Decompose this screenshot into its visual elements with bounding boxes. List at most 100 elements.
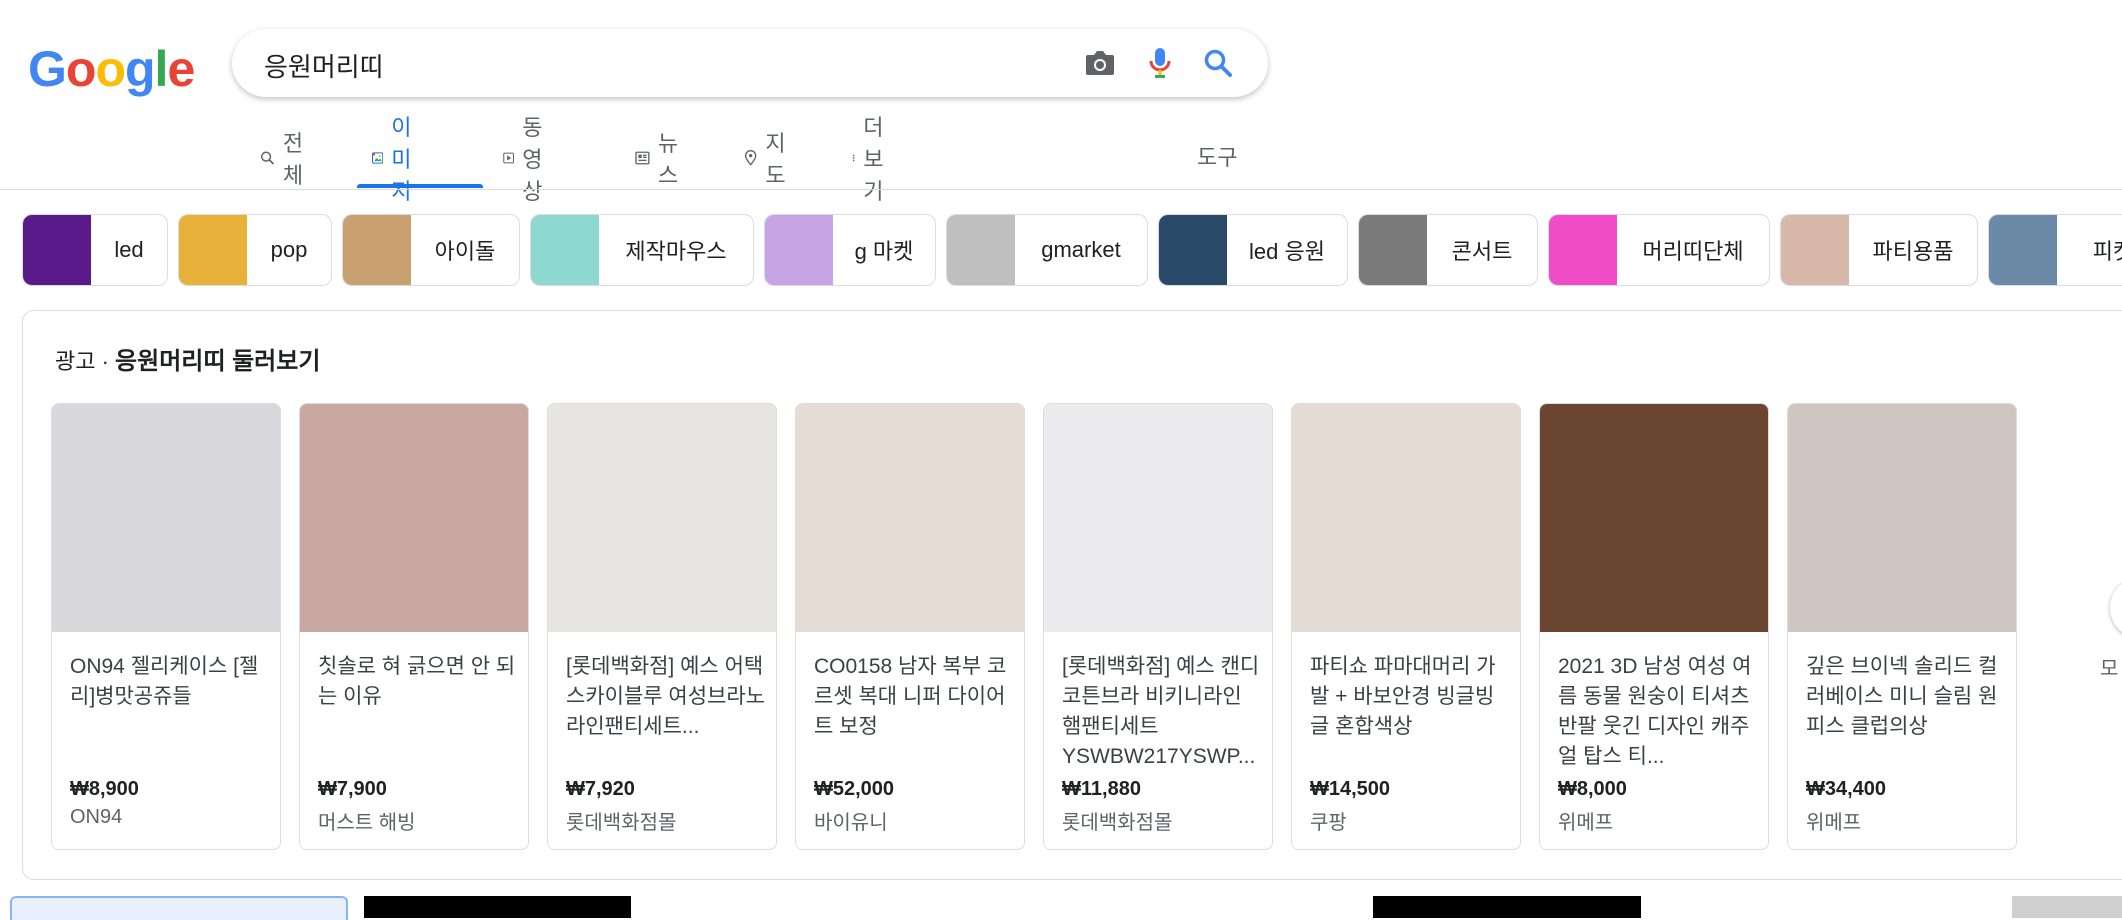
chip-label: 제작마우스	[625, 239, 727, 264]
chip-label: 콘서트	[1451, 239, 1513, 264]
product-title[interactable]: 파티쇼 파마대머리 가발 + 바보안경 빙글빙글 혼합색상	[1310, 652, 1510, 742]
chip-label: gmarket	[1041, 237, 1121, 262]
product-store: 바이유니	[814, 812, 888, 834]
tab-label: 뉴스	[657, 131, 679, 188]
logo-letter: o	[95, 41, 126, 97]
related-chip[interactable]: 콘서트	[1358, 214, 1538, 286]
logo-letter: g	[125, 41, 156, 97]
related-chip[interactable]: g 마켓	[764, 214, 936, 286]
product-price: ₩14,500	[1310, 778, 1391, 800]
tab-images[interactable]: 이미지	[372, 115, 422, 204]
chip-thumbnail	[947, 215, 1015, 285]
related-chip[interactable]: 피켓	[1988, 214, 2122, 286]
more-vert-icon	[852, 154, 855, 162]
tools-button[interactable]: 도구	[1197, 140, 1237, 172]
tab-label: 이미지	[391, 115, 412, 204]
product-card[interactable]: 파티쇼 파마대머리 가발 + 바보안경 빙글빙글 혼합색상 ₩14,500 쿠팡	[1291, 403, 1521, 850]
product-card[interactable]: CO0158 남자 복부 코르셋 복대 니퍼 다이어트 보정 ₩52,000 바이유…	[795, 403, 1025, 850]
related-chip[interactable]: 머리띠단체	[1548, 214, 1770, 286]
google-logo[interactable]: Google	[28, 40, 195, 98]
chip-thumbnail	[179, 215, 247, 285]
result-image[interactable]	[10, 896, 348, 920]
logo-letter: G	[28, 41, 67, 97]
active-tab-indicator	[357, 184, 483, 188]
chip-label: 아이돌	[434, 239, 496, 264]
camera-icon[interactable]	[1080, 43, 1120, 83]
product-image[interactable]	[1044, 404, 1272, 632]
result-image[interactable]	[364, 896, 631, 918]
product-card[interactable]: ON94 젤리케이스 [젤리]병맛공쥬들 ₩8,900 ON94	[51, 403, 281, 850]
product-title[interactable]: [롯데백화점] 예스 캔디코튼브라 비키니라인 햄팬티세트 YSWBW217YS…	[1062, 652, 1262, 772]
product-title[interactable]: CO0158 남자 복부 코르셋 복대 니퍼 다이어트 보정	[814, 652, 1014, 742]
image-icon	[372, 152, 384, 164]
product-title[interactable]: 깊은 브이넥 솔리드 컬러베이스 미니 슬림 원피스 클럽의상	[1806, 652, 2006, 742]
chip-thumbnail	[343, 215, 411, 285]
tab-news[interactable]: 뉴스	[635, 131, 685, 188]
product-store: ON94	[70, 806, 123, 828]
related-chip[interactable]: 제작마우스	[530, 214, 754, 286]
search-box[interactable]: 응원머리띠	[232, 29, 1268, 97]
product-image[interactable]	[796, 404, 1024, 632]
chip-thumbnail	[1989, 215, 2057, 285]
chip-label: led 응원	[1249, 239, 1325, 264]
tab-label: 지도	[765, 131, 786, 188]
logo-letter: e	[167, 41, 195, 97]
tab-label: 동영상	[522, 115, 543, 204]
tab-more[interactable]: 더보기	[852, 115, 888, 204]
product-card[interactable]: 2021 3D 남성 여성 여름 동물 원숭이 티셔츠 반팔 웃긴 디자인 캐주…	[1539, 403, 1769, 850]
chip-label: 피켓	[2092, 239, 2122, 264]
product-title[interactable]: 칫솔로 혀 긁으면 안 되는 이유	[318, 652, 518, 712]
product-card[interactable]: [롯데백화점] 예스 어택 스카이블루 여성브라노라인팬티세트... ₩7,920…	[547, 403, 777, 850]
related-chip[interactable]: led	[22, 214, 168, 286]
related-chip[interactable]: pop	[178, 214, 332, 286]
logo-letter: l	[154, 41, 169, 97]
product-image[interactable]	[52, 404, 280, 632]
product-price: ₩11,880	[1062, 778, 1141, 800]
product-image[interactable]	[1788, 404, 2016, 632]
related-chip[interactable]: 아이돌	[342, 214, 520, 286]
ad-heading: 광고 · 응원머리띠 둘러보기	[55, 341, 320, 376]
tab-all[interactable]: 전체	[260, 131, 310, 188]
chip-thumbnail	[531, 215, 599, 285]
divider	[0, 189, 2122, 190]
product-card[interactable]: 깊은 브이넥 솔리드 컬러베이스 미니 슬림 원피스 클럽의상 ₩34,400 위메…	[1787, 403, 2017, 850]
product-card[interactable]: 칫솔로 혀 긁으면 안 되는 이유 ₩7,900 머스트 해빙	[299, 403, 529, 850]
product-image[interactable]	[548, 404, 776, 632]
product-image[interactable]	[300, 404, 528, 632]
product-title[interactable]: 2021 3D 남성 여성 여름 동물 원숭이 티셔츠 반팔 웃긴 디자인 캐주…	[1558, 652, 1758, 772]
ad-title: 응원머리띠 둘러보기	[115, 348, 321, 375]
chip-label: led	[114, 237, 144, 262]
chip-label: 머리띠단체	[1642, 239, 1744, 264]
related-chip[interactable]: led 응원	[1158, 214, 1348, 286]
related-chip[interactable]: 파티용품	[1780, 214, 1978, 286]
search-input[interactable]: 응원머리띠	[264, 47, 384, 84]
chip-thumbnail	[765, 215, 833, 285]
related-chip[interactable]: gmarket	[946, 214, 1148, 286]
chip-thumbnail	[1781, 215, 1849, 285]
result-image[interactable]	[2012, 896, 2122, 918]
product-store: 쿠팡	[1310, 812, 1347, 834]
product-store: 롯데백화점몰	[1062, 812, 1173, 834]
search-icon[interactable]	[1198, 43, 1238, 83]
map-pin-icon	[744, 150, 757, 166]
related-chips: led pop 아이돌 제작마우스 g 마켓 gmarket led 응원 콘서트 머리띠단체 파…	[22, 214, 2122, 288]
product-image[interactable]	[1292, 404, 1520, 632]
mic-icon[interactable]	[1140, 43, 1180, 83]
result-image[interactable]	[1373, 896, 1641, 918]
product-card[interactable]: [롯데백화점] 예스 캔디코튼브라 비키니라인 햄팬티세트 YSWBW217YS…	[1043, 403, 1273, 850]
chip-label: 파티용품	[1872, 239, 1954, 264]
product-store: 위메프	[1806, 812, 1862, 834]
logo-letter: o	[65, 41, 97, 97]
product-title[interactable]: [롯데백화점] 예스 어택 스카이블루 여성브라노라인팬티세트...	[566, 652, 766, 742]
chip-label: pop	[270, 237, 308, 262]
product-price: ₩7,920	[566, 778, 635, 800]
more-label[interactable]: 모	[2100, 652, 2118, 681]
chip-thumbnail	[1159, 215, 1227, 285]
product-title[interactable]: ON94 젤리케이스 [젤리]병맛공쥬들	[70, 652, 270, 712]
product-price: ₩34,400	[1806, 778, 1887, 800]
tab-videos[interactable]: 동영상	[503, 115, 553, 204]
product-store: 머스트 해빙	[318, 812, 416, 834]
product-image[interactable]	[1540, 404, 1768, 632]
search-icon	[260, 151, 275, 165]
tab-maps[interactable]: 지도	[744, 131, 792, 188]
